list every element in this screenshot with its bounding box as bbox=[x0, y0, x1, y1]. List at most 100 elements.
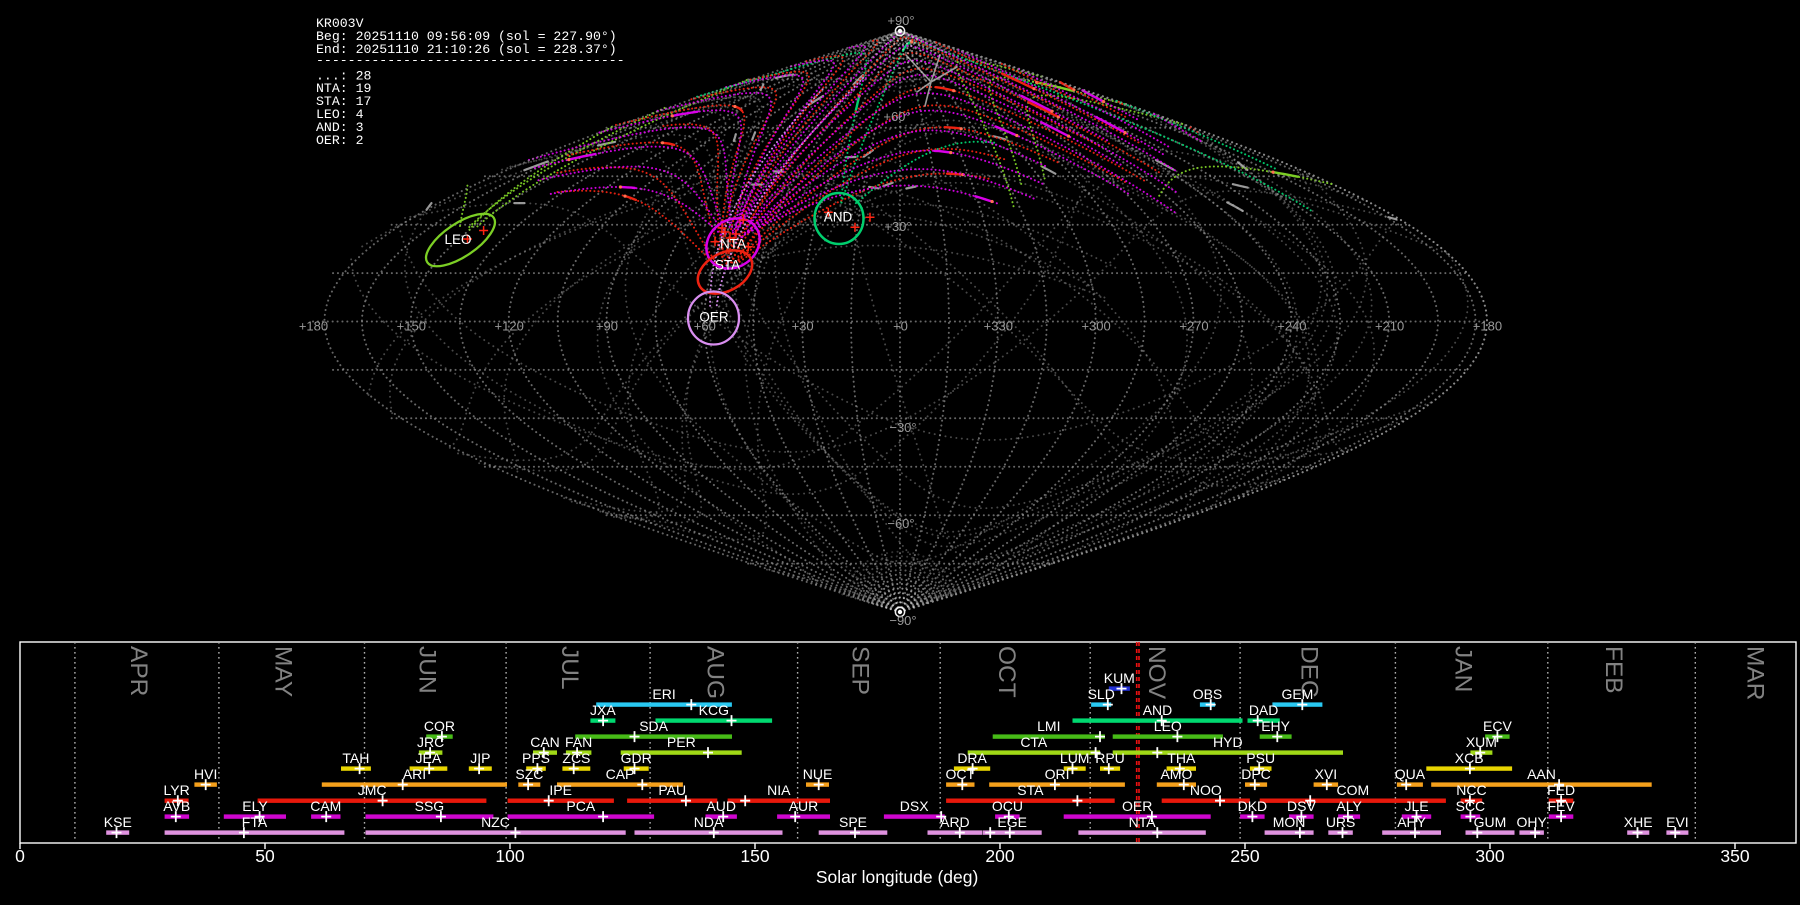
svg-text:+270: +270 bbox=[1179, 319, 1208, 334]
svg-text:JAN: JAN bbox=[1449, 646, 1476, 692]
svg-text:LEO: LEO bbox=[444, 232, 471, 247]
svg-text:+180: +180 bbox=[299, 319, 328, 334]
svg-text:+30: +30 bbox=[792, 319, 814, 334]
svg-text:CTA: CTA bbox=[1020, 734, 1048, 750]
svg-text:AND: AND bbox=[824, 210, 853, 225]
svg-text:NIA: NIA bbox=[767, 782, 791, 798]
svg-text:DSX: DSX bbox=[900, 798, 929, 814]
svg-text:QUA: QUA bbox=[1395, 766, 1426, 782]
svg-text:SSG: SSG bbox=[415, 798, 445, 814]
svg-text:KCG: KCG bbox=[699, 702, 729, 718]
svg-text:200: 200 bbox=[985, 846, 1014, 866]
svg-text:AUR: AUR bbox=[789, 798, 819, 814]
svg-text:−90°: −90° bbox=[889, 613, 916, 628]
svg-text:SZC: SZC bbox=[515, 766, 543, 782]
svg-text:KUM: KUM bbox=[1104, 670, 1135, 686]
svg-text:GUM: GUM bbox=[1474, 814, 1507, 830]
svg-text:+240: +240 bbox=[1277, 319, 1306, 334]
svg-text:JUL: JUL bbox=[556, 646, 583, 690]
svg-text:NTA: NTA bbox=[720, 237, 746, 252]
svg-text:HYD: HYD bbox=[1213, 734, 1243, 750]
svg-text:OCT: OCT bbox=[946, 766, 976, 782]
svg-text:−60°: −60° bbox=[887, 516, 914, 531]
svg-text:HVI: HVI bbox=[194, 766, 217, 782]
svg-text:FAN: FAN bbox=[565, 734, 592, 750]
svg-text:THA: THA bbox=[1167, 750, 1196, 766]
svg-text:+210: +210 bbox=[1375, 319, 1404, 334]
svg-text:JRC: JRC bbox=[417, 734, 444, 750]
svg-text:350: 350 bbox=[1720, 846, 1749, 866]
svg-text:MON: MON bbox=[1273, 814, 1306, 830]
svg-text:JMC: JMC bbox=[358, 782, 387, 798]
svg-text:SEP: SEP bbox=[847, 646, 874, 695]
svg-text:IPE: IPE bbox=[549, 782, 572, 798]
svg-text:OCU: OCU bbox=[992, 798, 1023, 814]
svg-text:+150: +150 bbox=[397, 319, 426, 334]
svg-text:250: 250 bbox=[1230, 846, 1259, 866]
svg-text:APR: APR bbox=[125, 646, 152, 696]
svg-text:PER: PER bbox=[667, 734, 696, 750]
svg-text:RPU: RPU bbox=[1095, 750, 1125, 766]
svg-text:------------------------------: --------------------------------------- bbox=[316, 53, 625, 68]
svg-text:50: 50 bbox=[255, 846, 275, 866]
svg-text:+90: +90 bbox=[596, 319, 618, 334]
svg-text:AUD: AUD bbox=[706, 798, 736, 814]
svg-text:TAH: TAH bbox=[342, 750, 369, 766]
svg-text:DSV: DSV bbox=[1287, 798, 1316, 814]
svg-text:XUM: XUM bbox=[1466, 734, 1497, 750]
svg-text:DAD: DAD bbox=[1249, 702, 1279, 718]
svg-text:DKD: DKD bbox=[1238, 798, 1268, 814]
svg-text:NTA: NTA bbox=[1129, 814, 1157, 830]
svg-text:+90°: +90° bbox=[887, 13, 914, 28]
svg-text:PSU: PSU bbox=[1246, 750, 1275, 766]
svg-text:NUE: NUE bbox=[803, 766, 833, 782]
svg-text:AVB: AVB bbox=[163, 798, 190, 814]
svg-text:URS: URS bbox=[1326, 814, 1356, 830]
svg-text:EVI: EVI bbox=[1666, 814, 1689, 830]
svg-text:AHY: AHY bbox=[1397, 814, 1426, 830]
svg-text:JUN: JUN bbox=[414, 646, 441, 694]
svg-text:SCC: SCC bbox=[1456, 798, 1486, 814]
svg-text:OHY: OHY bbox=[1517, 814, 1548, 830]
svg-text:+60°: +60° bbox=[883, 109, 910, 124]
svg-text:JLE: JLE bbox=[1404, 798, 1428, 814]
svg-text:ECV: ECV bbox=[1483, 718, 1512, 734]
svg-text:OER: OER bbox=[1122, 798, 1152, 814]
svg-text:0: 0 bbox=[15, 846, 25, 866]
svg-text:NOO: NOO bbox=[1190, 782, 1222, 798]
svg-text:MAR: MAR bbox=[1741, 646, 1768, 700]
svg-text:SPE: SPE bbox=[839, 814, 867, 830]
svg-text:AAN: AAN bbox=[1527, 766, 1556, 782]
svg-text:LUM: LUM bbox=[1060, 750, 1090, 766]
svg-text:FED: FED bbox=[1547, 782, 1575, 798]
svg-text:CAN: CAN bbox=[530, 734, 560, 750]
svg-text:NDA: NDA bbox=[694, 814, 724, 830]
svg-text:MAY: MAY bbox=[270, 646, 297, 697]
svg-text:ERI: ERI bbox=[652, 686, 675, 702]
svg-text:STA: STA bbox=[1017, 782, 1044, 798]
svg-text:AUG: AUG bbox=[702, 646, 729, 699]
svg-text:AND: AND bbox=[1143, 702, 1173, 718]
svg-text:150: 150 bbox=[740, 846, 769, 866]
svg-text:+30°: +30° bbox=[884, 219, 911, 234]
svg-text:PCA: PCA bbox=[566, 798, 595, 814]
svg-text:−30°: −30° bbox=[889, 420, 916, 435]
svg-text:+330: +330 bbox=[984, 319, 1013, 334]
svg-text:CAP: CAP bbox=[606, 766, 635, 782]
svg-text:LMI: LMI bbox=[1037, 718, 1060, 734]
svg-text:STA: STA bbox=[715, 258, 740, 273]
svg-text:XCB: XCB bbox=[1455, 750, 1484, 766]
svg-text:COR: COR bbox=[424, 718, 455, 734]
svg-text:PAU: PAU bbox=[658, 782, 686, 798]
svg-text:NOV: NOV bbox=[1143, 646, 1170, 700]
svg-text:OER: OER bbox=[699, 310, 729, 325]
svg-text:+180: +180 bbox=[1473, 319, 1502, 334]
svg-text:+0: +0 bbox=[893, 319, 908, 334]
svg-text:LEO: LEO bbox=[1154, 718, 1182, 734]
svg-text:+120: +120 bbox=[495, 319, 524, 334]
svg-text:CAM: CAM bbox=[310, 798, 341, 814]
svg-text:OBS: OBS bbox=[1193, 686, 1223, 702]
svg-text:NZC: NZC bbox=[481, 814, 510, 830]
svg-text:DPC: DPC bbox=[1241, 766, 1271, 782]
svg-text:ARI: ARI bbox=[403, 766, 426, 782]
